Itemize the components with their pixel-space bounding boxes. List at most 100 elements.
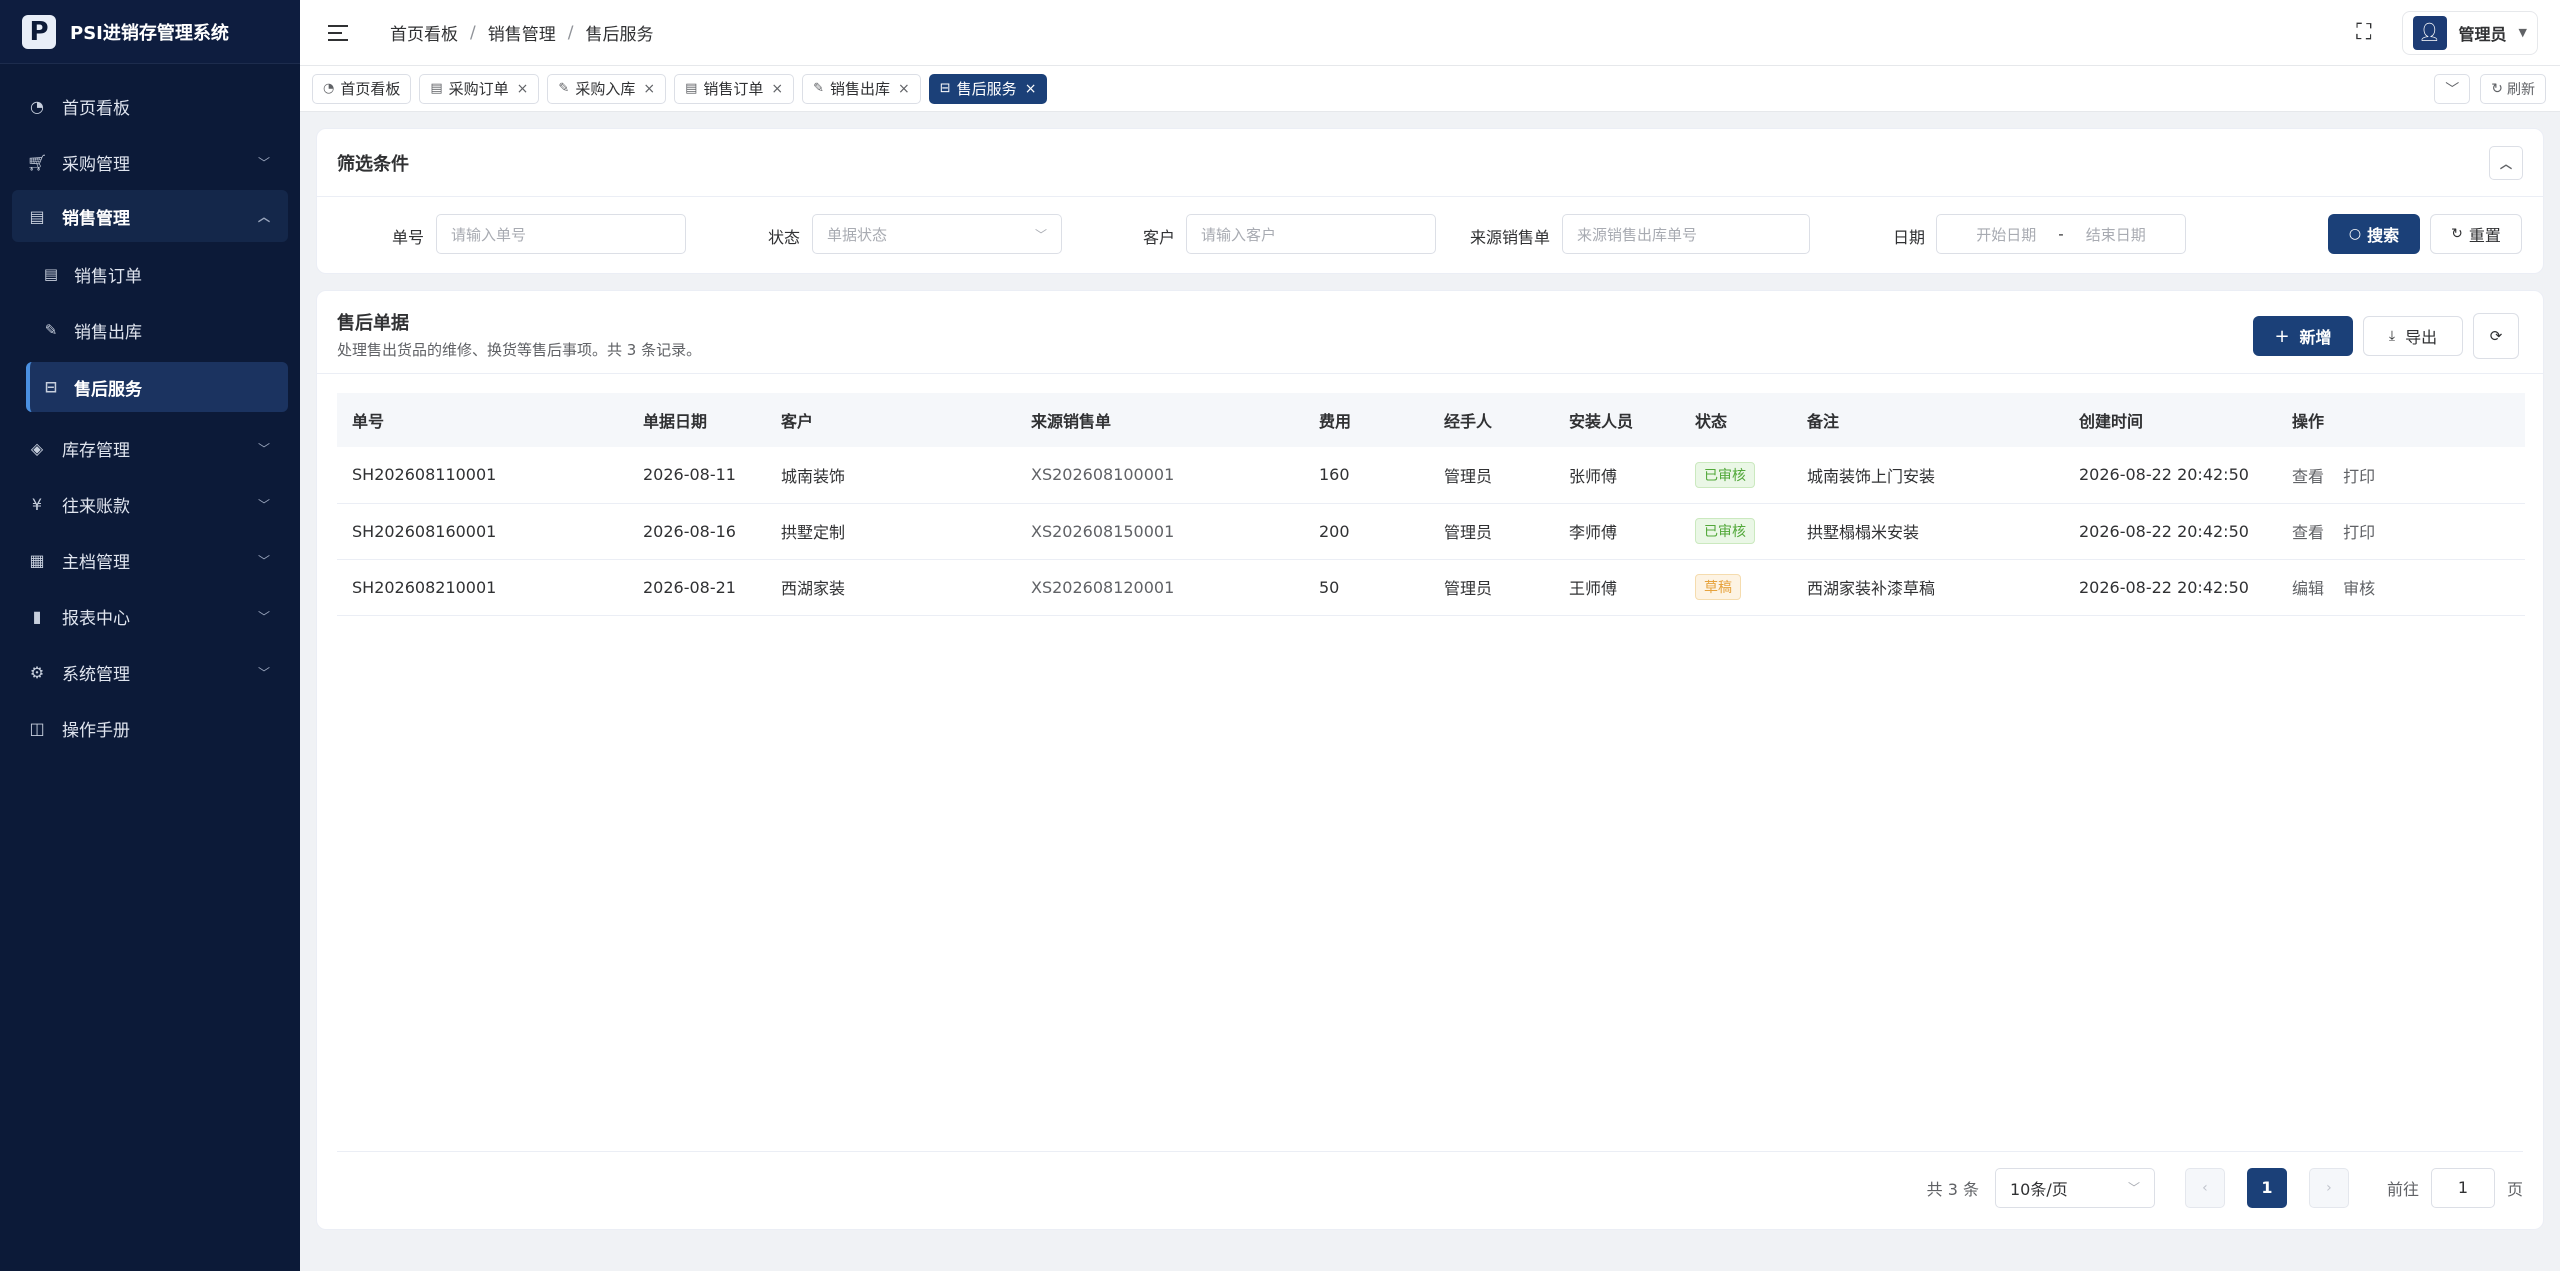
cell-source-order[interactable]: XS202608100001: [1016, 447, 1304, 503]
breadcrumb-item: 售后服务: [585, 25, 654, 45]
next-page-button[interactable]: ›: [2308, 1167, 2349, 1208]
sidebar-item-accounts[interactable]: ¥ 往来账款 ﹀: [0, 476, 300, 532]
sidebar-item-purchase[interactable]: 🛒︎ 采购管理 ﹀: [0, 134, 300, 190]
sidebar-item-sales[interactable]: ▤ 销售管理 ︿: [12, 190, 288, 242]
breadcrumb-item[interactable]: 首页看板: [390, 20, 458, 45]
reset-label: 重置: [2468, 226, 2501, 245]
date-separator: -: [2058, 225, 2064, 243]
tab-sales-order[interactable]: ▤ 销售订单 ×: [674, 73, 795, 104]
briefcase-icon: ⊟: [44, 378, 58, 396]
divider: [317, 373, 2543, 374]
cell-fee: 50: [1319, 577, 1340, 597]
gear-icon: ⚙: [29, 662, 45, 682]
close-icon[interactable]: ×: [517, 81, 529, 97]
cell-source-order[interactable]: XS202608120001: [1016, 559, 1304, 615]
status-select[interactable]: 单据状态 ﹀: [812, 214, 1062, 254]
page-size-value: 10条/页: [2009, 1179, 2068, 1199]
order-no-label: 单号: [392, 228, 425, 247]
customer-input[interactable]: 请输入客户: [1186, 214, 1436, 254]
edit-link[interactable]: 编辑: [2292, 579, 2324, 598]
download-icon: ⤓: [2388, 328, 2396, 344]
status-badge: 已审核: [1695, 518, 1755, 544]
cell-actions: 查看 打印: [2277, 447, 2525, 503]
print-link[interactable]: 打印: [2343, 523, 2375, 542]
status-badge: 草稿: [1695, 574, 1741, 600]
sidebar-item-master-data[interactable]: ▦ 主档管理 ﹀: [0, 532, 300, 588]
logo[interactable]: P PSI进销存管理系统: [0, 0, 300, 64]
tab-purchase-inbound[interactable]: ✎ 采购入库 ×: [547, 73, 667, 104]
close-icon[interactable]: ×: [1025, 81, 1037, 97]
refresh-button[interactable]: ↻ 刷新: [2480, 73, 2546, 104]
sidebar-item-inventory[interactable]: ◈ 库存管理 ﹀: [0, 420, 300, 476]
print-link[interactable]: 打印: [2343, 467, 2375, 486]
date-end-placeholder: 结束日期: [2085, 225, 2146, 244]
sidebar-item-label: 首页看板: [62, 98, 130, 119]
plus-icon: +: [2274, 325, 2290, 347]
close-icon[interactable]: ×: [771, 81, 783, 97]
sidebar-item-after-sales[interactable]: ⊟ 售后服务: [26, 362, 288, 412]
fullscreen-icon[interactable]: ⛶: [2356, 20, 2371, 45]
records-actions: + 新增 ⤓ 导出 ⟳: [2253, 313, 2519, 359]
date-range-picker[interactable]: 开始日期 - 结束日期: [1936, 214, 2186, 254]
chevron-right-icon: ›: [2326, 1179, 2332, 1196]
chevron-down-icon: ﹀: [1034, 227, 1047, 242]
prev-page-button[interactable]: ‹: [2184, 1167, 2225, 1208]
breadcrumb-item[interactable]: 销售管理: [488, 20, 556, 45]
avatar: 👤︎: [2412, 15, 2447, 50]
sidebar-item-label: 库存管理: [62, 440, 130, 461]
goto-page-input[interactable]: 1: [2430, 1167, 2495, 1208]
cell-order-no: SH202608110001: [352, 465, 497, 485]
dashboard-icon: ◔: [30, 96, 44, 116]
close-icon[interactable]: ×: [898, 81, 910, 97]
export-button[interactable]: ⤓ 导出: [2363, 316, 2463, 356]
edit-icon: ✎: [813, 81, 825, 96]
view-link[interactable]: 查看: [2292, 467, 2324, 486]
reload-button[interactable]: ⟳: [2473, 313, 2519, 359]
tab-after-sales[interactable]: ⊟ 售后服务 ×: [928, 73, 1048, 104]
sidebar-item-label: 往来账款: [62, 496, 130, 517]
tab-label: 首页看板: [340, 80, 401, 98]
sidebar-item-sales-outbound[interactable]: ✎ 销售出库: [26, 302, 300, 358]
sidebar-item-sales-order[interactable]: ▤ 销售订单: [26, 246, 300, 302]
breadcrumb-separator: /: [470, 22, 476, 43]
cell-handler: 管理员: [1444, 466, 1493, 486]
close-icon[interactable]: ×: [643, 81, 655, 97]
add-button[interactable]: + 新增: [2253, 316, 2353, 356]
user-name: 管理员: [2458, 24, 2507, 44]
menu-toggle-icon[interactable]: [328, 18, 358, 48]
order-no-input[interactable]: 请输入单号: [436, 214, 686, 254]
source-input[interactable]: 来源销售出库单号: [1562, 214, 1810, 254]
sidebar-item-reports[interactable]: ▮ 报表中心 ﹀: [0, 588, 300, 644]
approve-link[interactable]: 审核: [2343, 579, 2375, 598]
tabs-dropdown-button[interactable]: ﹀: [2434, 73, 2471, 104]
add-label: 新增: [2299, 328, 2332, 347]
tab-dashboard[interactable]: ◔ 首页看板: [312, 73, 412, 104]
collapse-button[interactable]: ︿: [2489, 146, 2523, 180]
sidebar-item-system[interactable]: ⚙ 系统管理 ﹀: [0, 644, 300, 700]
user-menu[interactable]: 👤︎ 管理员 ▼: [2401, 10, 2538, 55]
tab-purchase-order[interactable]: ▤ 采购订单 ×: [419, 73, 540, 104]
breadcrumb-separator: /: [567, 22, 574, 43]
layers-icon: ◈: [30, 438, 44, 458]
cell-date: 2026-08-16: [643, 521, 736, 541]
page-number-current[interactable]: 1: [2246, 1167, 2287, 1208]
tab-label: 销售订单: [703, 80, 764, 98]
search-button[interactable]: ○ 搜索: [2328, 214, 2420, 254]
reset-button[interactable]: ↻ 重置: [2430, 214, 2522, 254]
sidebar-item-label: 系统管理: [62, 664, 130, 685]
customer-placeholder: 请输入客户: [1201, 225, 1277, 244]
table-row[interactable]: SH202608210001 2026-08-21 西湖家装 XS2026081…: [337, 559, 2525, 615]
view-link[interactable]: 查看: [2292, 523, 2324, 542]
tab-sales-outbound[interactable]: ✎ 销售出库 ×: [802, 73, 921, 104]
page-size-select[interactable]: 10条/页 ﹀: [1994, 1167, 2155, 1208]
cell-source-order[interactable]: XS202608150001: [1016, 503, 1304, 559]
cell-fee: 160: [1319, 465, 1350, 485]
table-row[interactable]: SH202608110001 2026-08-11 城南装饰 XS2026081…: [337, 447, 2525, 503]
sidebar-item-dashboard[interactable]: ◔ 首页看板: [0, 78, 300, 134]
chevron-left-icon: ‹: [2202, 1179, 2208, 1196]
briefcase-icon: ⊟: [939, 81, 951, 96]
table-row[interactable]: SH202608160001 2026-08-16 拱墅定制 XS2026081…: [337, 503, 2525, 559]
chevron-down-icon: ﹀: [257, 665, 270, 680]
cell-remark: 拱墅榻榻米安装: [1807, 523, 1920, 542]
sidebar-item-manual[interactable]: ◫ 操作手册: [0, 700, 300, 756]
